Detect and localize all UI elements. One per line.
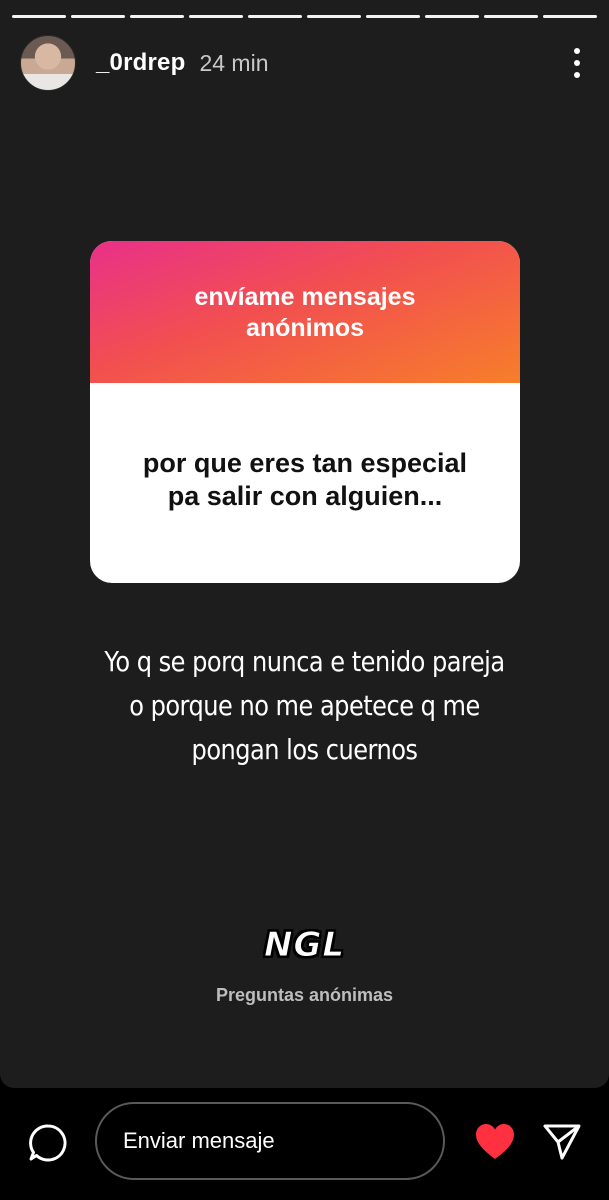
send-icon[interactable] <box>541 1122 583 1162</box>
ngl-logo[interactable]: NGL <box>263 925 345 966</box>
story-progress-bar <box>12 15 597 18</box>
username[interactable]: _0rdrep <box>96 49 185 77</box>
story-progress-segment <box>307 15 361 18</box>
ngl-caption: Preguntas anónimas <box>215 985 394 1005</box>
story-progress-segment <box>189 15 243 18</box>
reply-text: Yo q se porq nunca e tenido pareja o por… <box>104 645 505 766</box>
story-header: _0rdrep 24 min <box>20 35 589 91</box>
story-progress-segment <box>71 15 125 18</box>
story-time: 24 min <box>199 49 269 76</box>
heart-icon[interactable] <box>474 1122 516 1162</box>
story-viewer[interactable]: _0rdrep 24 min envíame mensajes anónimos… <box>0 0 609 1088</box>
story-progress-segment <box>366 15 420 18</box>
ngl-logo-wrap: NGL <box>0 925 609 966</box>
story-progress-segment <box>130 15 184 18</box>
chat-bubble-icon[interactable] <box>28 1123 68 1163</box>
message-input[interactable]: Enviar mensaje <box>95 1102 445 1180</box>
story-progress-segment <box>425 15 479 18</box>
question-sticker-title: envíame mensajes anónimos <box>194 283 416 342</box>
question-sticker[interactable]: envíame mensajes anónimos por que eres t… <box>90 241 520 583</box>
story-progress-segment <box>543 15 597 18</box>
story-progress-segment <box>484 15 538 18</box>
question-sticker-header: envíame mensajes anónimos <box>90 241 520 383</box>
question-sticker-body: por que eres tan especial pa salir con a… <box>90 383 520 583</box>
question-text: por que eres tan especial pa salir con a… <box>142 448 468 511</box>
story-progress-segment <box>12 15 66 18</box>
more-vertical-icon[interactable] <box>565 43 589 83</box>
avatar[interactable] <box>20 35 76 91</box>
story-progress-segment <box>248 15 302 18</box>
